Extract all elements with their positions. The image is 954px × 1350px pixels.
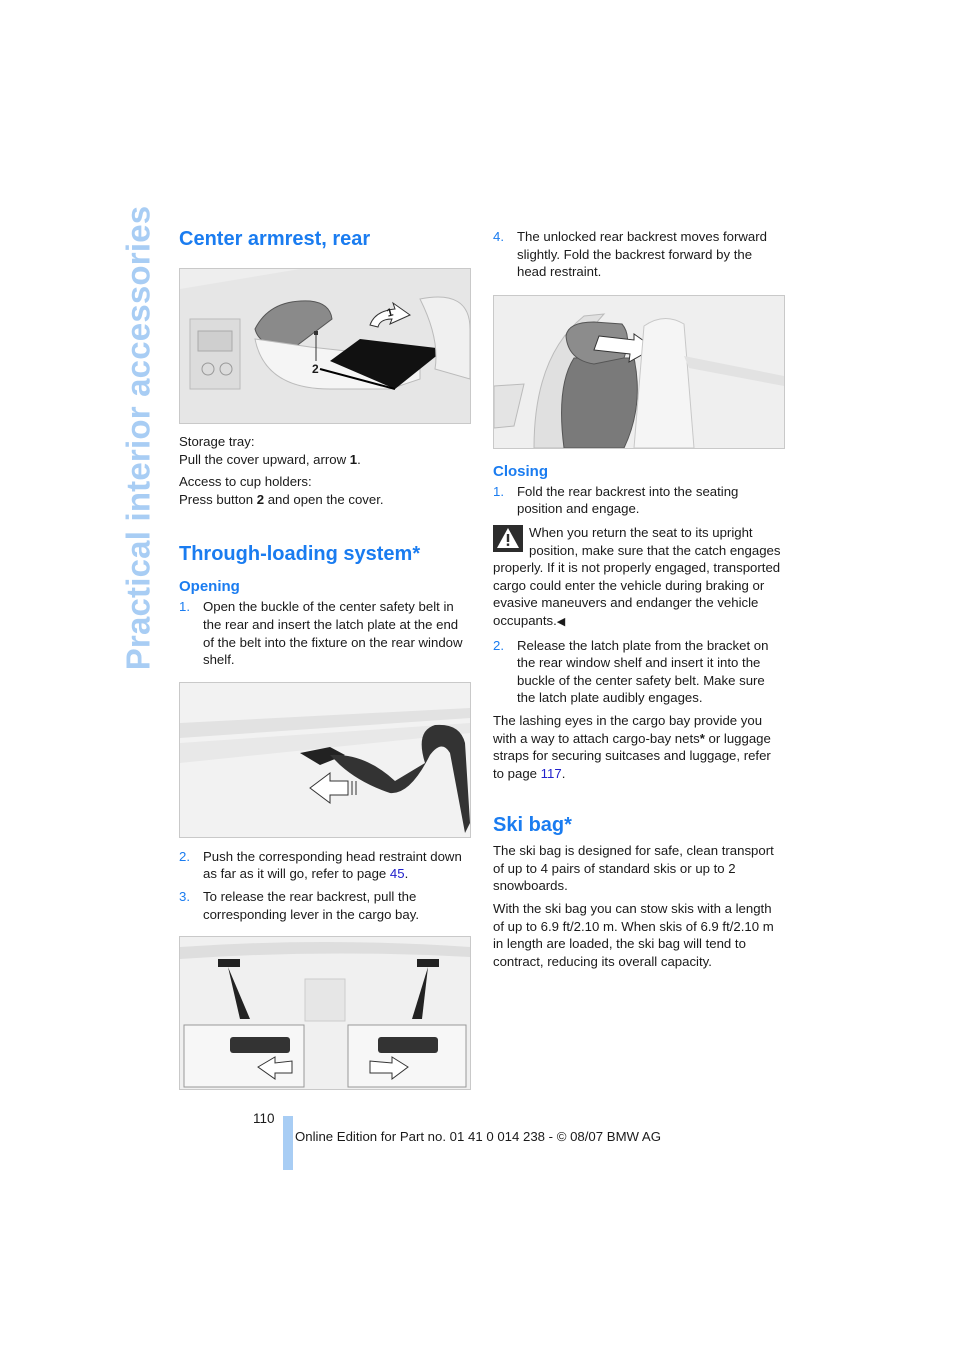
step-text: To release the rear backrest, pull the c… xyxy=(203,888,420,922)
storage-tray-instruction: Pull the cover upward, arrow 1. xyxy=(179,451,471,469)
step-number: 1. xyxy=(493,483,504,499)
lashing-text-end: . xyxy=(561,765,566,781)
figure-backrest-fold xyxy=(493,294,785,449)
step-text: The unlocked rear backrest moves forward… xyxy=(517,229,767,280)
heading-through-loading: Through-loading system* xyxy=(179,543,421,566)
subheading-closing: Closing xyxy=(493,462,548,480)
figure-belt-latch xyxy=(179,681,471,838)
closing-step-1: 1. Fold the rear backrest into the seati… xyxy=(493,483,785,518)
step-text: Release the latch plate from the bracket… xyxy=(517,637,769,706)
button-number: 2 xyxy=(256,491,265,507)
cup-holders-label: Access to cup holders: xyxy=(179,474,312,490)
warning-triangle-icon xyxy=(493,524,523,552)
closing-step-2: 2. Release the latch plate from the brac… xyxy=(493,637,785,707)
storage-tray-label: Storage tray: xyxy=(179,434,255,449)
step-number: 2. xyxy=(179,848,190,864)
heading-ski-bag: Ski bag* xyxy=(493,814,572,837)
footer-edition-text: Online Edition for Part no. 01 41 0 014 … xyxy=(295,1129,661,1144)
opening-step-2: 2. Push the corresponding head restraint… xyxy=(179,848,471,883)
page-number: 110 xyxy=(253,1111,275,1126)
step-text: Push the corresponding head restraint do… xyxy=(203,848,471,883)
callout-2: 2 xyxy=(312,362,319,376)
step-number: 3. xyxy=(179,888,190,904)
storage-text-end: . xyxy=(357,451,361,467)
opening-step-1: 1. Open the buckle of the center safety … xyxy=(179,598,471,668)
footer-accent-bar xyxy=(283,1116,293,1170)
step-2-text-end: . xyxy=(404,866,409,882)
chapter-side-title-text: Practical interior accessories xyxy=(119,205,157,671)
right-column: 4. The unlocked rear backrest moves forw… xyxy=(493,228,785,970)
warning-text: When you return the seat to its upright … xyxy=(493,524,781,628)
step-number: 4. xyxy=(493,229,504,244)
heading-center-armrest: Center armrest, rear xyxy=(179,228,371,250)
ski-bag-paragraph-2: With the ski bag you can stow skis with … xyxy=(493,901,774,969)
cup-text: Press button xyxy=(179,491,257,507)
warning-note: When you return the seat to its upright … xyxy=(493,524,785,632)
lashing-eyes-paragraph: The lashing eyes in the cargo bay provid… xyxy=(493,712,785,782)
step-number: 2. xyxy=(493,637,504,653)
storage-text: Pull the cover upward, arrow xyxy=(179,451,350,467)
step-2-text: Push the corresponding head restraint do… xyxy=(203,848,462,882)
subheading-opening: Opening xyxy=(179,578,240,596)
figure-cargo-bay-levers xyxy=(179,936,471,1091)
opening-step-4: 4. The unlocked rear backrest moves forw… xyxy=(493,228,785,281)
step-text: Fold the rear backrest into the seating … xyxy=(517,483,739,517)
ski-bag-paragraph-1: The ski bag is designed for safe, clean … xyxy=(493,843,774,894)
end-of-note-marker: ◀ xyxy=(556,615,566,628)
figure-center-armrest: 1 2 xyxy=(179,268,471,424)
belt-latch-illustration xyxy=(180,682,470,837)
backrest-fold-illustration xyxy=(494,295,784,448)
opening-step-3: 3. To release the rear backrest, pull th… xyxy=(179,888,471,923)
cargo-bay-levers-illustration xyxy=(180,937,470,1090)
chapter-side-title: Practical interior accessories xyxy=(118,206,158,671)
left-column: Center armrest, rear 1 2 Storage tray: P… xyxy=(179,226,471,1091)
cup-text-end: and open the cover. xyxy=(264,491,384,507)
armrest-illustration xyxy=(180,269,470,423)
step-number: 1. xyxy=(179,599,190,615)
page-link-117[interactable]: 117 xyxy=(541,766,562,781)
page-link-45[interactable]: 45 xyxy=(390,866,405,881)
step-text: Open the buckle of the center safety bel… xyxy=(203,599,463,668)
cup-holders-instruction: Press button 2 and open the cover. xyxy=(179,491,471,509)
